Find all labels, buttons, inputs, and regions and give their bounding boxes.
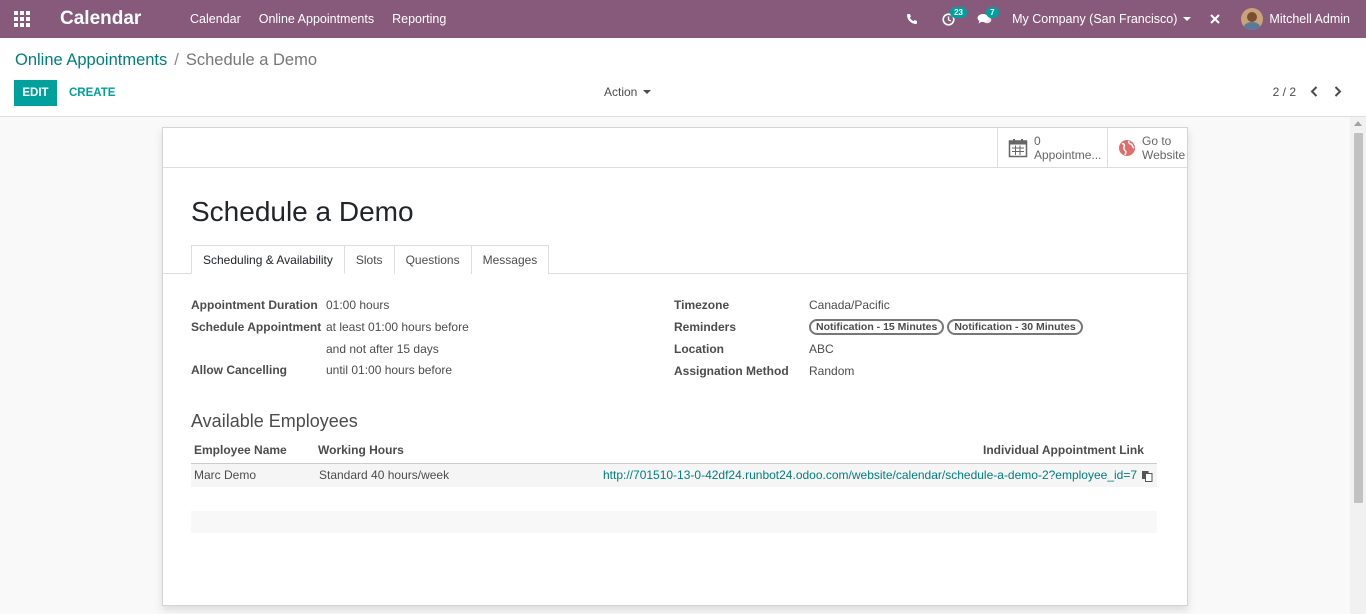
app-brand[interactable]: Calendar xyxy=(60,8,174,30)
breadcrumb-separator: / xyxy=(174,51,179,69)
user-name: Mitchell Admin xyxy=(1269,12,1350,26)
column-header-appointment-link[interactable]: Individual Appointment Link xyxy=(983,443,1144,457)
globe-icon xyxy=(1119,140,1135,156)
timezone-label: Timezone xyxy=(674,298,730,312)
scrollbar-thumb[interactable] xyxy=(1354,133,1363,503)
cancel-value: until 01:00 hours before xyxy=(326,363,453,377)
schedule-min-value: at least 01:00 hours before xyxy=(326,320,469,334)
messages-badge: 7 xyxy=(986,7,999,18)
tab-scheduling-availability[interactable]: Scheduling & Availability xyxy=(191,245,345,274)
reminder-tag: Notification - 15 Minutes xyxy=(809,319,945,335)
breadcrumb-parent-link[interactable]: Online Appointments xyxy=(15,51,167,70)
duration-label: Appointment Duration xyxy=(191,298,318,312)
reminders-label: Reminders xyxy=(674,320,737,334)
breadcrumb: Online Appointments / Schedule a Demo xyxy=(15,51,317,70)
activity-clock-icon[interactable]: 23 xyxy=(930,0,967,38)
reminder-tag: Notification - 30 Minutes xyxy=(947,319,1083,335)
top-navbar: Calendar Calendar Online Appointments Re… xyxy=(0,0,1366,38)
debug-tools-icon[interactable] xyxy=(1197,0,1233,38)
form-sheet: 0 Appointme... Go to Website Schedule a … xyxy=(162,127,1188,606)
phone-icon[interactable] xyxy=(894,0,930,38)
user-menu[interactable]: Mitchell Admin xyxy=(1241,8,1350,30)
company-name: My Company (San Francisco) xyxy=(1012,12,1178,26)
tab-slots[interactable]: Slots xyxy=(343,245,395,274)
tab-messages[interactable]: Messages xyxy=(470,245,550,274)
menu-item-reporting[interactable]: Reporting xyxy=(392,12,446,26)
location-label: Location xyxy=(674,342,724,356)
go-to-website-button[interactable]: Go to Website xyxy=(1107,128,1187,168)
working-hours-cell: Standard 40 hours/week xyxy=(319,468,450,482)
duration-value: 01:00 hours xyxy=(326,298,390,312)
timezone-value: Canada/Pacific xyxy=(809,298,890,312)
action-dropdown[interactable]: Action xyxy=(604,85,652,99)
calendar-icon xyxy=(1008,139,1028,158)
avatar xyxy=(1241,8,1264,30)
appointments-stat-button[interactable]: 0 Appointme... xyxy=(997,128,1107,168)
messages-icon[interactable]: 7 xyxy=(966,0,1002,38)
column-header-working-hours[interactable]: Working Hours xyxy=(318,443,404,457)
pager-value: 2 / 2 xyxy=(1272,85,1296,99)
tab-questions[interactable]: Questions xyxy=(393,245,472,274)
schedule-label: Schedule Appointment xyxy=(191,320,322,334)
control-panel: Online Appointments / Schedule a Demo ED… xyxy=(0,38,1366,117)
menu-item-online-appointments[interactable]: Online Appointments xyxy=(259,12,374,26)
activity-badge: 23 xyxy=(950,7,967,18)
available-employees-title: Available Employees xyxy=(191,411,358,431)
assignation-value: Random xyxy=(809,364,855,378)
location-value: ABC xyxy=(809,342,834,356)
table-footer-row xyxy=(191,511,1157,533)
appointment-link[interactable]: http://701510-13-0-42df24.runbot24.odoo.… xyxy=(603,468,1137,482)
chevron-down-icon xyxy=(1183,17,1192,21)
breadcrumb-current: Schedule a Demo xyxy=(185,51,318,69)
website-label-line1: Go to xyxy=(1142,134,1172,148)
action-label: Action xyxy=(604,85,638,99)
apps-menu-icon[interactable] xyxy=(0,0,44,38)
appointments-count: 0 xyxy=(1034,134,1041,148)
menu-item-calendar[interactable]: Calendar xyxy=(190,12,241,26)
systray: 23 7 My Company (San Francisco) Mitchell… xyxy=(894,0,1366,38)
copy-clipboard-icon[interactable] xyxy=(1141,470,1153,482)
column-header-employee-name[interactable]: Employee Name xyxy=(194,443,287,457)
reminders-tags: Notification - 15 Minutes Notification - … xyxy=(809,319,1086,335)
edit-button[interactable]: EDIT xyxy=(14,80,57,106)
pager-previous-icon[interactable] xyxy=(1307,83,1321,99)
page-scrollbar[interactable] xyxy=(1350,117,1366,614)
chevron-down-icon xyxy=(643,90,652,94)
smart-button-box: 0 Appointme... Go to Website xyxy=(163,128,1187,168)
schedule-max-value: and not after 15 days xyxy=(326,342,439,356)
form-tabs: Scheduling & Availability Slots Question… xyxy=(191,245,550,274)
assignation-label: Assignation Method xyxy=(674,364,789,378)
website-label-line2: Website xyxy=(1142,148,1186,162)
company-switcher[interactable]: My Company (San Francisco) xyxy=(1012,12,1192,26)
cancel-label: Allow Cancelling xyxy=(191,363,288,377)
record-title: Schedule a Demo xyxy=(191,196,414,227)
pager-next-icon[interactable] xyxy=(1331,83,1345,99)
create-button[interactable]: CREATE xyxy=(69,80,115,106)
employee-name-cell: Marc Demo xyxy=(194,468,257,482)
appointments-label: Appointme... xyxy=(1034,148,1102,162)
main-menu: Calendar Online Appointments Reporting xyxy=(190,12,464,26)
scroll-up-arrow-icon[interactable] xyxy=(1354,121,1362,126)
